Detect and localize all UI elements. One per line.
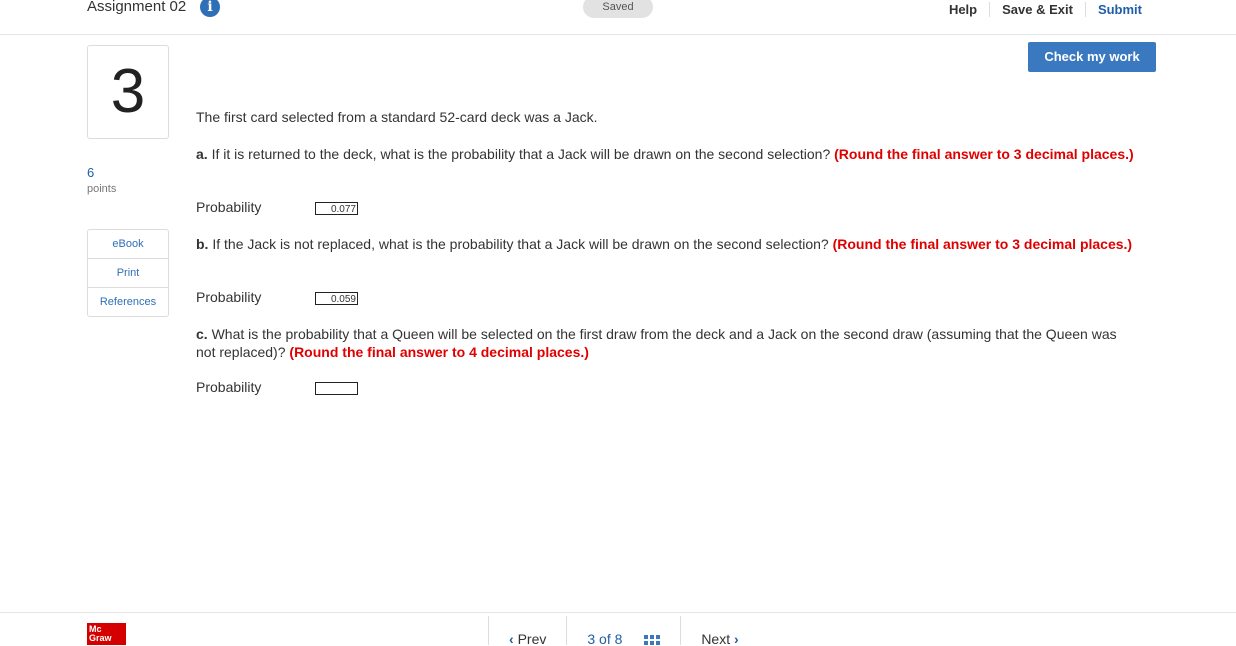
print-link[interactable]: Print	[88, 258, 168, 287]
question-pager: ‹ Prev 3 of 8 Next ›	[488, 616, 759, 645]
points-value: 6	[87, 165, 95, 180]
part-c-answer-label: Probability	[196, 379, 262, 395]
points-label: points	[87, 183, 117, 195]
part-c-instruction: (Round the final answer to 4 decimal pla…	[289, 344, 589, 360]
part-a-answer-label: Probability	[196, 199, 262, 215]
part-a-answer-input[interactable]: 0.077	[315, 202, 358, 215]
part-b-answer-input[interactable]: 0.059	[315, 292, 358, 305]
part-b-answer-label: Probability	[196, 289, 262, 305]
next-label: Next	[701, 631, 731, 645]
question-intro: The first card selected from a standard …	[196, 109, 598, 125]
part-a-label: a.	[196, 146, 208, 162]
saved-status-badge: Saved	[583, 0, 653, 18]
part-a-text: If it is returned to the deck, what is t…	[207, 146, 835, 162]
top-bar: Assignment 02 i Saved Help Save & Exit S…	[0, 0, 1236, 35]
part-c-answer-row: Probability	[196, 379, 358, 395]
part-b-label: b.	[196, 236, 209, 252]
part-b-prompt: b. If the Jack is not replaced, what is …	[196, 235, 1136, 253]
chevron-right-icon: ›	[734, 631, 739, 645]
part-a-prompt: a. If it is returned to the deck, what i…	[196, 145, 1136, 163]
next-button[interactable]: Next ›	[680, 616, 758, 645]
prev-button[interactable]: ‹ Prev	[488, 616, 566, 645]
part-b-text: If the Jack is not replaced, what is the…	[208, 236, 833, 252]
chevron-left-icon: ‹	[509, 631, 514, 645]
page-of: of	[599, 631, 611, 645]
ebook-link[interactable]: eBook	[88, 230, 168, 258]
prev-label: Prev	[517, 631, 547, 645]
page-indicator[interactable]: 3 of 8	[566, 616, 680, 645]
check-my-work-button[interactable]: Check my work	[1028, 42, 1156, 72]
grid-icon[interactable]	[644, 635, 661, 645]
part-c-label: c.	[196, 326, 208, 342]
top-links: Help Save & Exit Submit	[937, 0, 1154, 20]
references-link[interactable]: References	[88, 287, 168, 316]
save-exit-link[interactable]: Save & Exit	[989, 1, 1085, 17]
part-c-prompt: c. What is the probability that a Queen …	[196, 325, 1136, 361]
help-link[interactable]: Help	[937, 2, 989, 17]
logo-line-2: Graw	[89, 633, 112, 643]
page-total: 8	[614, 631, 623, 645]
mcgraw-hill-logo: Mc Graw	[87, 623, 126, 645]
page-current: 3	[587, 631, 596, 645]
part-b-answer-row: Probability 0.059	[196, 289, 358, 305]
part-a-instruction: (Round the final answer to 3 decimal pla…	[834, 146, 1134, 162]
part-b-instruction: (Round the final answer to 3 decimal pla…	[832, 236, 1133, 252]
part-a-answer-row: Probability 0.077	[196, 199, 358, 215]
info-icon[interactable]: i	[200, 0, 220, 17]
submit-link[interactable]: Submit	[1084, 1, 1154, 17]
question-number: 3	[87, 45, 169, 139]
assignment-title: Assignment 02	[87, 0, 187, 15]
part-c-answer-input[interactable]	[315, 382, 358, 395]
tools-panel: eBook Print References	[87, 229, 169, 317]
